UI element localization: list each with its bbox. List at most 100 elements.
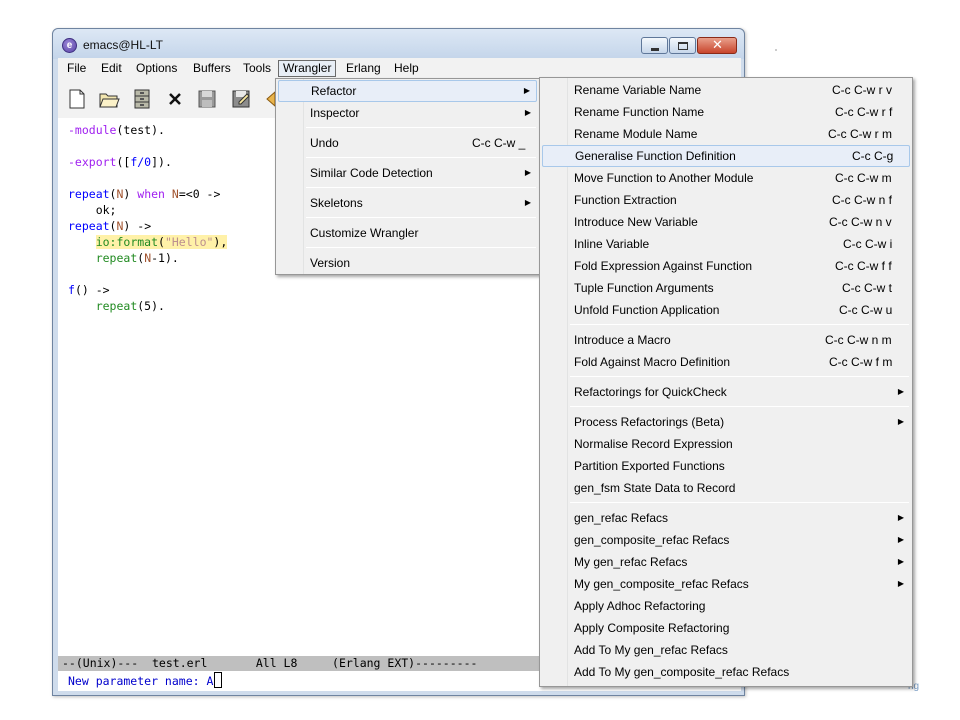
- text-cursor: [214, 672, 223, 688]
- menu-item-shortcut: C-c C-w _: [472, 136, 526, 150]
- menu-item-label: Generalise Function Definition: [575, 149, 736, 163]
- menu-item-label: gen_refac Refacs: [574, 511, 669, 525]
- submenu-arrow-icon: ▶: [523, 86, 530, 95]
- menu-options[interactable]: Options: [131, 60, 182, 77]
- menu-item-shortcut: C-c C-w n v: [829, 215, 892, 229]
- wrangler-item-similar-code-detection[interactable]: Similar Code Detection ▶: [278, 162, 537, 184]
- menu-edit[interactable]: Edit: [96, 60, 127, 77]
- minimize-button[interactable]: [641, 37, 668, 54]
- emacs-icon: e: [62, 38, 77, 53]
- menu-separator: [306, 247, 536, 248]
- code-token: repeat: [68, 219, 110, 233]
- code-line[interactable]: -export([f/0]).: [68, 155, 172, 170]
- menu-help[interactable]: Help: [389, 60, 424, 77]
- submenu-arrow-icon: ▶: [897, 417, 904, 426]
- refactor-item-refactorings-for-quickcheck[interactable]: Refactorings for QuickCheck ▶: [542, 381, 910, 403]
- wrangler-item-refactor[interactable]: Refactor ▶: [278, 80, 537, 102]
- code-token: io:format: [95, 235, 159, 249]
- refactor-item-generalise-function-definition[interactable]: Generalise Function Definition C-c C-g: [542, 145, 910, 167]
- refactor-item-introduce-new-variable[interactable]: Introduce New Variable C-c C-w n v: [542, 211, 910, 233]
- refactor-item-gen-fsm-state-data-to-record[interactable]: gen_fsm State Data to Record: [542, 477, 910, 499]
- wrangler-item-inspector[interactable]: Inspector ▶: [278, 102, 537, 124]
- menu-separator: [570, 502, 909, 503]
- refactor-item-partition-exported-functions[interactable]: Partition Exported Functions: [542, 455, 910, 477]
- refactor-item-inline-variable[interactable]: Inline Variable C-c C-w i: [542, 233, 910, 255]
- open-folder-icon[interactable]: [98, 88, 120, 110]
- refactor-item-introduce-a-macro[interactable]: Introduce a Macro C-c C-w n m: [542, 329, 910, 351]
- menu-item-label: Introduce New Variable: [574, 215, 698, 229]
- refactor-item-fold-expression-against-function[interactable]: Fold Expression Against Function C-c C-w …: [542, 255, 910, 277]
- wrangler-item-undo[interactable]: Undo C-c C-w _: [278, 132, 537, 154]
- refactor-item-add-to-my-gen-composite-refac-refacs[interactable]: Add To My gen_composite_refac Refacs: [542, 661, 910, 683]
- menu-item-shortcut: C-c C-w m: [835, 171, 892, 185]
- submenu-arrow-icon: ▶: [897, 557, 904, 566]
- refactor-item-function-extraction[interactable]: Function Extraction C-c C-w n f: [542, 189, 910, 211]
- menu-wrangler[interactable]: Wrangler: [278, 60, 337, 77]
- wrangler-item-version[interactable]: Version: [278, 252, 537, 274]
- refactor-item-my-gen-composite-refac-refacs[interactable]: My gen_composite_refac Refacs ▶: [542, 573, 910, 595]
- save-as-icon[interactable]: [230, 88, 252, 110]
- code-line[interactable]: -module(test).: [68, 123, 165, 138]
- code-line[interactable]: repeat(5).: [68, 299, 165, 314]
- code-line[interactable]: io:format("Hello"),: [68, 235, 228, 250]
- code-token: (5).: [137, 299, 165, 313]
- code-line[interactable]: repeat(N-1).: [68, 251, 179, 266]
- menu-item-shortcut: C-c C-w f m: [829, 355, 893, 369]
- refactor-item-rename-function-name[interactable]: Rename Function Name C-c C-w r f: [542, 101, 910, 123]
- menu-item-shortcut: C-c C-w r v: [832, 83, 892, 97]
- code-token: "Hello": [164, 235, 214, 249]
- code-token: when: [137, 187, 165, 201]
- refactor-item-rename-module-name[interactable]: Rename Module Name C-c C-w r m: [542, 123, 910, 145]
- menu-item-label: Rename Variable Name: [574, 83, 702, 97]
- cabinet-icon[interactable]: [131, 88, 153, 110]
- refactor-item-apply-composite-refactoring[interactable]: Apply Composite Refactoring: [542, 617, 910, 639]
- wrangler-item-skeletons[interactable]: Skeletons ▶: [278, 192, 537, 214]
- refactor-item-gen-composite-refac-refacs[interactable]: gen_composite_refac Refacs ▶: [542, 529, 910, 551]
- refactor-item-add-to-my-gen-refac-refacs[interactable]: Add To My gen_refac Refacs: [542, 639, 910, 661]
- title-bar[interactable]: e emacs@HL-LT ✕: [53, 29, 744, 59]
- menu-separator: [570, 406, 909, 407]
- close-window-button[interactable]: ✕: [697, 37, 737, 54]
- save-disk-icon[interactable]: [196, 88, 218, 110]
- menu-file[interactable]: File: [62, 60, 91, 77]
- refactor-item-tuple-function-arguments[interactable]: Tuple Function Arguments C-c C-w t: [542, 277, 910, 299]
- code-token: f/0: [130, 155, 152, 169]
- menu-item-label: Function Extraction: [574, 193, 677, 207]
- refactor-item-fold-against-macro-definition[interactable]: Fold Against Macro Definition C-c C-w f m: [542, 351, 910, 373]
- menu-item-label: Rename Module Name: [574, 127, 698, 141]
- menu-erlang[interactable]: Erlang: [341, 60, 386, 77]
- menu-bar: File Edit Options Buffers Tools Wrangler…: [58, 58, 741, 78]
- menu-item-label: gen_fsm State Data to Record: [574, 481, 736, 495]
- refactor-item-unfold-function-application[interactable]: Unfold Function Application C-c C-w u: [542, 299, 910, 321]
- maximize-button[interactable]: [669, 37, 696, 54]
- menu-item-label: Undo: [310, 136, 339, 150]
- code-line[interactable]: ok;: [68, 203, 117, 218]
- menu-item-label: Apply Composite Refactoring: [574, 621, 730, 635]
- refactor-item-process-refactorings-beta[interactable]: Process Refactorings (Beta) ▶: [542, 411, 910, 433]
- menu-item-label: Inspector: [310, 106, 360, 120]
- menu-buffers[interactable]: Buffers: [188, 60, 236, 77]
- refactor-item-apply-adhoc-refactoring[interactable]: Apply Adhoc Refactoring: [542, 595, 910, 617]
- close-buffer-icon[interactable]: [164, 88, 186, 110]
- refactor-item-move-function-to-another-module[interactable]: Move Function to Another Module C-c C-w m: [542, 167, 910, 189]
- code-token: ]).: [151, 155, 172, 169]
- code-token: repeat: [95, 251, 138, 265]
- code-token: () ->: [74, 283, 110, 297]
- wrangler-item-customize-wrangler[interactable]: Customize Wrangler: [278, 222, 537, 244]
- refactor-item-gen-refac-refacs[interactable]: gen_refac Refacs ▶: [542, 507, 910, 529]
- code-line[interactable]: repeat(N) ->: [68, 219, 151, 234]
- menu-item-shortcut: C-c C-w n f: [832, 193, 892, 207]
- maximize-icon: [678, 42, 688, 50]
- minibuffer-input[interactable]: A: [206, 674, 213, 688]
- new-file-icon[interactable]: [66, 88, 88, 110]
- code-line[interactable]: f() ->: [68, 283, 110, 298]
- refactor-item-my-gen-refac-refacs[interactable]: My gen_refac Refacs ▶: [542, 551, 910, 573]
- menu-separator: [306, 157, 536, 158]
- menu-tools[interactable]: Tools: [238, 60, 276, 77]
- code-line[interactable]: repeat(N) when N=<0 ->: [68, 187, 220, 202]
- code-token: =<0 ->: [178, 187, 221, 201]
- refactor-item-rename-variable-name[interactable]: Rename Variable Name C-c C-w r v: [542, 79, 910, 101]
- refactor-item-normalise-record-expression[interactable]: Normalise Record Expression: [542, 433, 910, 455]
